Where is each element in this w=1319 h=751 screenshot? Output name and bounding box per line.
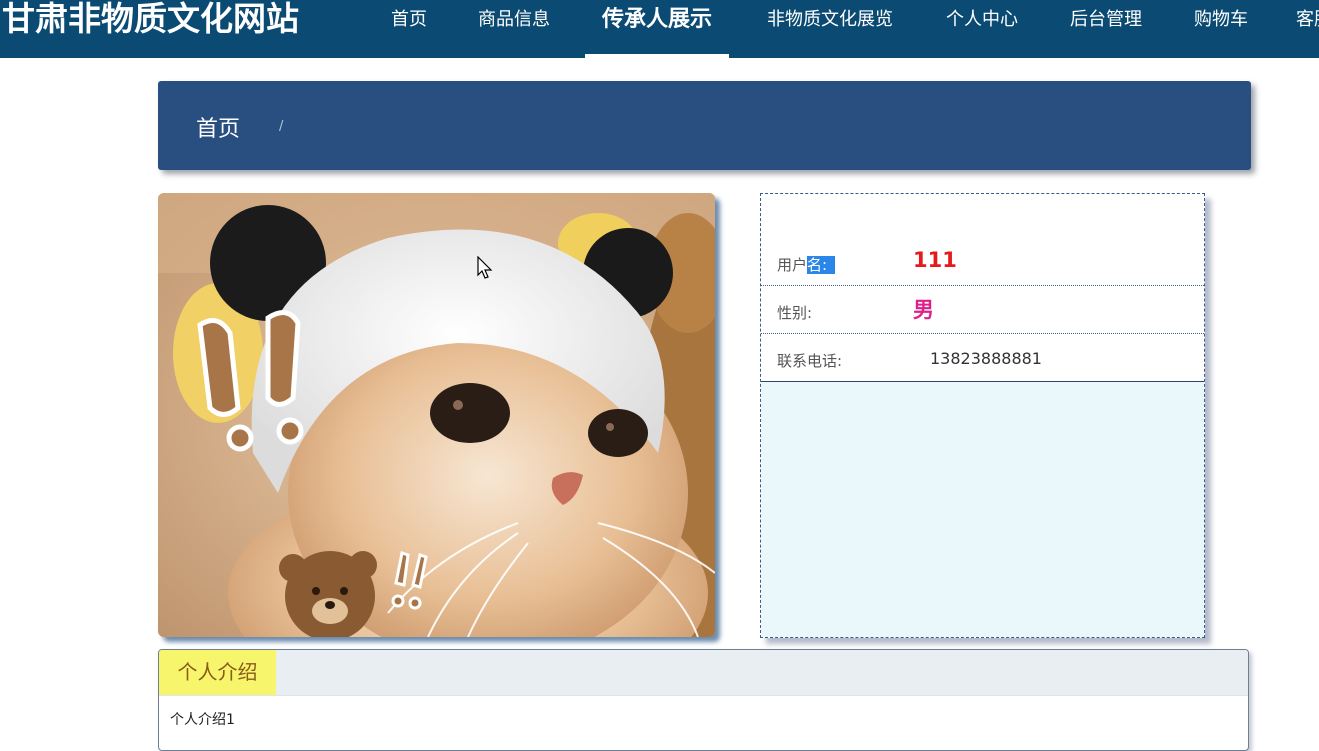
nav-item-exhibition[interactable]: 非物质文化展览 [762,0,898,58]
tab-intro[interactable]: 个人介绍 [159,650,276,695]
mouse-cursor-icon [477,256,493,279]
intro-tab-bar: 个人介绍 [159,650,1248,696]
breadcrumb-home-link[interactable]: 首页 [196,111,240,143]
info-card-empty-area [761,382,1204,637]
phone-value: 13823888881 [930,349,1042,368]
username-label-text: 用户 [777,256,808,274]
nav-item-home[interactable]: 首页 [388,0,430,58]
gender-label: 性别: [777,304,813,322]
breadcrumb: 首页 / [158,81,1251,170]
intro-panel: 个人介绍 个人介绍1 [158,649,1249,751]
gender-value: 男 [913,298,934,322]
gender-row: 性别: 男 [761,286,1204,334]
username-label-selected-text: 名: [807,256,836,274]
nav-item-service[interactable]: 客服 [1294,0,1319,58]
nav-item-user-center[interactable]: 个人中心 [941,0,1023,58]
breadcrumb-separator: / [279,119,284,134]
profile-info-card: 用户名: 111 性别: 男 联系电话: 13823888881 [760,193,1205,638]
username-row: 用户名: 111 [761,238,1204,286]
nav-item-cart[interactable]: 购物车 [1190,0,1252,58]
active-nav-indicator [585,54,729,58]
nav-item-admin[interactable]: 后台管理 [1065,0,1147,58]
phone-row: 联系电话: 13823888881 [761,334,1204,382]
site-title[interactable]: 甘肃非物质文化网站 [2,0,299,41]
username-label: 用户名: [777,254,836,275]
cat-photo-icon [158,193,715,637]
intro-content: 个人介绍1 [170,712,235,728]
username-value: 111 [913,248,957,272]
avatar-photo [158,193,715,637]
phone-label: 联系电话: [777,352,843,370]
nav-item-inheritors[interactable]: 传承人展示 [592,0,722,58]
top-navbar: 甘肃非物质文化网站 首页 商品信息 传承人展示 非物质文化展览 个人中心 后台管… [0,0,1319,58]
nav-item-products[interactable]: 商品信息 [474,0,554,58]
